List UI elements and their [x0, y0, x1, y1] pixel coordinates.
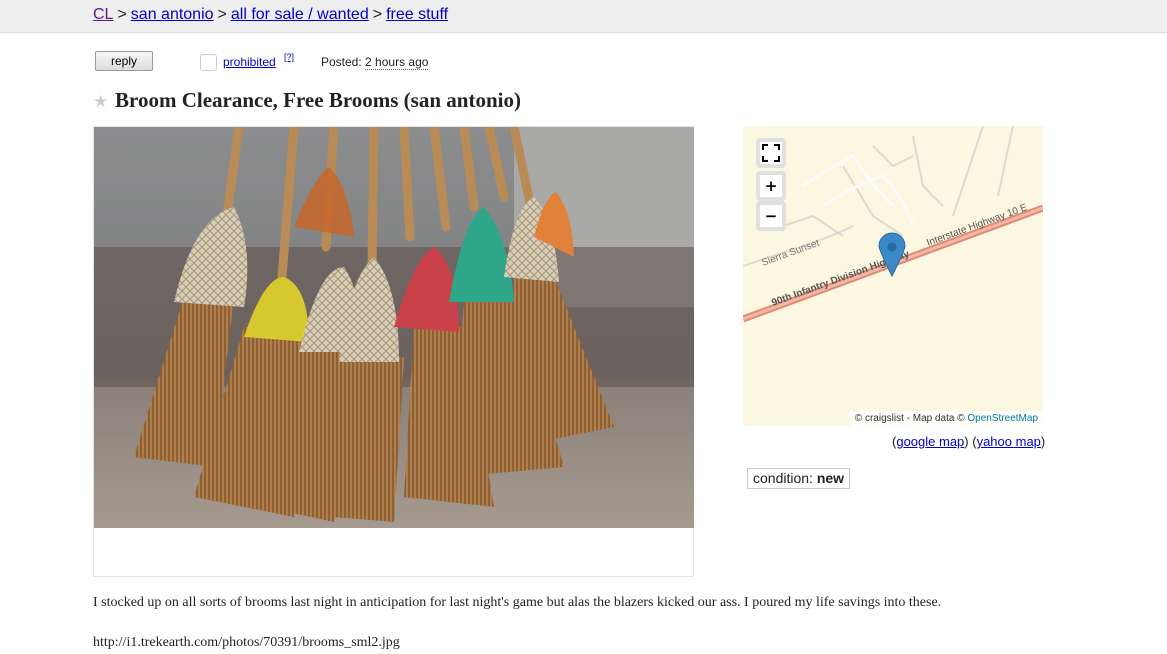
- breadcrumb-separator: >: [372, 6, 383, 23]
- map-tiles: 90th Infantry Division Highway Interstat…: [743, 126, 1043, 323]
- breadcrumb-san-antonio-link[interactable]: san antonio: [131, 6, 214, 23]
- map-attribution: © craigslist - Map data © OpenStreetMap: [849, 411, 1043, 426]
- breadcrumb-cl-link[interactable]: CL: [93, 6, 113, 23]
- brooms-image: [94, 127, 694, 528]
- breadcrumb: CL > san antonio > all for sale / wanted > fre…: [93, 6, 448, 24]
- breadcrumb-separator: >: [117, 6, 127, 23]
- flag-help-link[interactable]: [?]: [284, 52, 294, 62]
- prohibited-flag-link[interactable]: prohibited: [223, 55, 276, 69]
- map-attribution-text: © craigslist - Map data ©: [854, 413, 965, 424]
- condition-label: condition:: [753, 470, 813, 486]
- posting-title: Broom Clearance, Free Brooms (san antoni…: [115, 88, 521, 112]
- posted-label: Posted:: [321, 55, 362, 69]
- posting-photo[interactable]: [94, 127, 694, 528]
- zoom-out-button[interactable]: −: [756, 201, 786, 231]
- condition-value: new: [816, 470, 845, 486]
- breadcrumb-bar: CL > san antonio > all for sale / wanted > fre…: [0, 0, 1167, 33]
- posting-url: http://i1.trekearth.com/photos/70391/bro…: [93, 635, 400, 650]
- road-label-interstate: Interstate Highway 10 E: [925, 202, 1029, 249]
- flag-checkbox[interactable]: [200, 54, 217, 71]
- google-map-link[interactable]: google map: [896, 434, 964, 449]
- breadcrumb-free-stuff-link[interactable]: free stuff: [386, 6, 448, 23]
- posted-time: 2 hours ago: [365, 55, 429, 70]
- reply-button[interactable]: reply: [95, 51, 153, 71]
- favorite-star-icon[interactable]: ★: [93, 92, 108, 112]
- zoom-in-button[interactable]: +: [756, 171, 786, 201]
- openstreetmap-link[interactable]: OpenStreetMap: [967, 413, 1038, 424]
- road-label-sierra-sunset: Sierra Sunset: [760, 238, 821, 269]
- posting-body: I stocked up on all sorts of brooms last…: [93, 595, 942, 610]
- location-map[interactable]: 90th Infantry Division Highway Interstat…: [743, 126, 1043, 426]
- breadcrumb-separator: >: [217, 6, 227, 23]
- yahoo-map-link[interactable]: yahoo map: [977, 434, 1041, 449]
- breadcrumb-for-sale-link[interactable]: all for sale / wanted: [231, 6, 369, 23]
- external-map-links: (google map) (yahoo map): [892, 434, 1046, 449]
- condition-attribute: condition: new: [747, 468, 851, 489]
- posted-date: Posted: 2 hours ago: [321, 55, 429, 70]
- fullscreen-icon[interactable]: [756, 138, 786, 168]
